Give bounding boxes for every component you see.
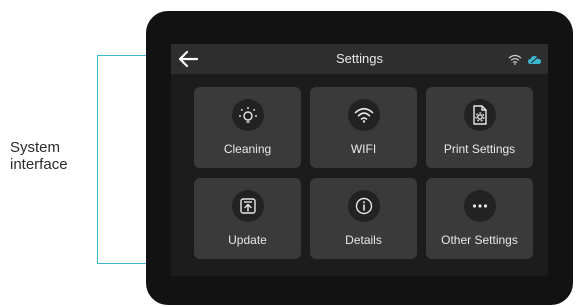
tile-label: Print Settings — [443, 142, 516, 156]
upload-icon — [232, 190, 264, 222]
status-icons — [508, 52, 542, 70]
sun-icon — [232, 99, 264, 131]
file-settings-icon — [464, 99, 496, 131]
settings-screen: Settings Cleaning WIFI Print Settings Up… — [171, 44, 548, 276]
tile-label: Update — [228, 233, 267, 247]
page-title: Settings — [336, 51, 383, 66]
system-interface-label: System interface — [10, 139, 90, 173]
tile-other-settings[interactable]: Other Settings — [426, 178, 533, 259]
label-line-2: interface — [10, 156, 68, 173]
tile-print-settings[interactable]: Print Settings — [426, 87, 533, 168]
wifi-icon — [348, 99, 380, 131]
tile-cleaning[interactable]: Cleaning — [194, 87, 301, 168]
wifi-icon — [508, 52, 522, 70]
tile-label: Details — [345, 233, 382, 247]
tile-details[interactable]: Details — [310, 178, 417, 259]
callout-bracket — [97, 55, 149, 264]
tile-label: WIFI — [350, 142, 377, 156]
tile-wifi[interactable]: WIFI — [310, 87, 417, 168]
tile-label: Cleaning — [223, 142, 272, 156]
tile-update[interactable]: Update — [194, 178, 301, 259]
top-bar: Settings — [171, 44, 548, 74]
info-icon — [348, 190, 380, 222]
more-icon — [464, 190, 496, 222]
cloud-icon — [527, 52, 542, 70]
label-line-1: System — [10, 139, 61, 156]
tile-label: Other Settings — [441, 233, 518, 247]
